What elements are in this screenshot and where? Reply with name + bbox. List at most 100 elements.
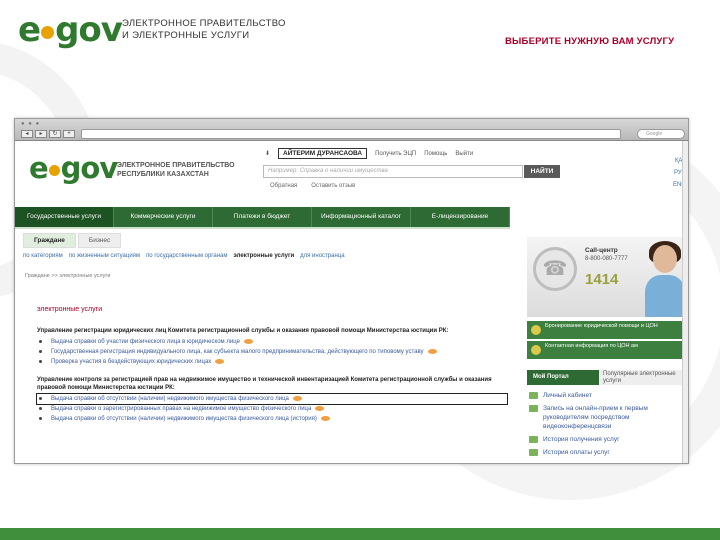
site-header-line1: ЭЛЕКТРОННОЕ ПРАВИТЕЛЬСТВО (117, 162, 235, 169)
slide-header-line1: ЭЛЕКТРОННОЕ ПРАВИТЕЛЬСТВО (122, 18, 286, 29)
site-logo[interactable]: e gov (29, 151, 119, 185)
popular-services-tab[interactable]: Популярные электронные услуги (599, 370, 688, 385)
my-portal-header: Мой Портал Популярные электронные услуги (527, 370, 688, 385)
audience-tabs: Граждане Бизнес (23, 233, 122, 248)
cabinet-icon (529, 392, 538, 399)
portal-link-label: История получения услуг (543, 436, 620, 443)
site-logo-word-gov: gov (60, 151, 119, 185)
nav-divider (15, 227, 510, 229)
eye-icon (427, 348, 437, 354)
egov-site: e gov ЭЛЕКТРОННОЕ ПРАВИТЕЛЬСТВО РЕСПУБЛИК… (15, 141, 688, 463)
bullet-icon (39, 360, 42, 363)
my-portal-tab[interactable]: Мой Портал (527, 370, 599, 385)
booking-banner[interactable]: Бронирование юридической помощи и ЦОН (527, 321, 688, 339)
feedback-links: Обратная Оставить отзыв (270, 183, 355, 189)
reload-button[interactable]: ↻ (49, 130, 61, 138)
bullet-icon (39, 397, 42, 400)
service-item-highlighted[interactable]: Выдача справки об отсутствии (наличии) н… (36, 393, 508, 405)
services-list: Управление регистрации юридических лиц К… (36, 327, 508, 424)
filter-e-services[interactable]: электронные услуги (233, 253, 294, 259)
service-item-label: Выдача справки об отсутствии (наличии) н… (51, 396, 289, 402)
site-header-text: ЭЛЕКТРОННОЕ ПРАВИТЕЛЬСТВО РЕСПУБЛИКИ КАЗ… (117, 161, 235, 179)
service-item-label: Проверка участия в бездействующих юридич… (51, 359, 212, 365)
forward-button[interactable]: ▸ (35, 130, 47, 138)
nav-e-licensing[interactable]: E-лицензирование (411, 207, 510, 227)
portal-links: Личный кабинет Запись на онлайн-прием к … (529, 391, 688, 461)
site-search-button[interactable]: НАЙТИ (524, 165, 560, 178)
service-item[interactable]: Проверка участия в бездействующих юридич… (37, 357, 507, 367)
feedback-link[interactable]: Обратная (270, 183, 297, 189)
logout-link[interactable]: Выйти (455, 151, 473, 157)
leave-review-link[interactable]: Оставить отзыв (311, 183, 355, 189)
add-tab-button[interactable]: + (63, 130, 75, 138)
callcenter-phone: 8-800-080-7777 (585, 256, 628, 262)
nav-info-catalog[interactable]: Информационный каталог (312, 207, 411, 227)
service-item[interactable]: Выдача справки об участии физического ли… (37, 337, 507, 347)
group-heading: Управление контроля за регистрацией прав… (37, 377, 492, 391)
filter-by-agency[interactable]: по государственным органам (146, 253, 227, 259)
filter-by-category[interactable]: по категориям (23, 253, 63, 259)
service-item[interactable]: Выдача справки об отсутствии (наличии) н… (37, 414, 507, 424)
service-item[interactable]: Государственная регистрация индивидуальн… (37, 347, 507, 357)
user-icon: ⬇ (265, 151, 271, 157)
nav-commercial-services[interactable]: Коммерческие услуги (114, 207, 213, 227)
tab-business[interactable]: Бизнес (77, 233, 122, 248)
contact-banner-label: Контактная информация по ЦОН ам (545, 343, 638, 349)
help-link[interactable]: Помощь (424, 151, 447, 157)
window-controls[interactable]: ● ● ● (21, 121, 40, 127)
site-header-line2: РЕСПУБЛИКИ КАЗАХСТАН (117, 171, 209, 178)
browser-toolbar: ● ● ● ◂ ▸ ↻ + Google (15, 119, 688, 141)
nav-government-services[interactable]: Государственные услуги (15, 207, 114, 227)
callcenter-banner[interactable]: ☎ Call-центр 8-800-080-7777 1414 (527, 237, 688, 317)
section-title: электронные услуги (37, 306, 103, 313)
back-button[interactable]: ◂ (21, 130, 33, 138)
filter-row: по категориям по жизненным ситуациям по … (23, 253, 345, 259)
site-logo-letter-e: e (29, 151, 49, 185)
portal-link-service-history[interactable]: История получения услуг (529, 435, 688, 444)
operator-photo (643, 241, 687, 317)
eye-icon (292, 395, 302, 401)
nav-budget-payments[interactable]: Платежи в бюджет (213, 207, 312, 227)
contact-info-banner[interactable]: Контактная информация по ЦОН ам (527, 341, 688, 359)
portal-link-cabinet[interactable]: Личный кабинет (529, 391, 688, 400)
page-scrollbar[interactable] (682, 141, 688, 463)
appointment-icon (529, 405, 538, 412)
logo-letter-e: e (18, 10, 41, 50)
tab-citizens[interactable]: Граждане (23, 233, 76, 248)
bullet-icon (39, 350, 42, 353)
slide-header-text: ЭЛЕКТРОННОЕ ПРАВИТЕЛЬСТВО И ЭЛЕКТРОННЫЕ … (122, 18, 286, 42)
egov-logo: e gov (18, 10, 123, 50)
filter-for-foreigners[interactable]: для иностранца (300, 253, 344, 259)
callcenter-label: Call-центр (585, 247, 618, 254)
payment-icon (529, 449, 538, 456)
filter-by-life-situation[interactable]: по жизненным ситуациям (69, 253, 140, 259)
contact-icon (531, 345, 541, 355)
site-search-input[interactable]: Например: Справка о наличии имущества (263, 165, 523, 178)
portal-link-payment-history[interactable]: История оплаты услуг (529, 448, 688, 457)
eye-icon (243, 338, 253, 344)
eye-icon (315, 405, 325, 411)
callcenter-short-number: 1414 (585, 271, 619, 288)
logo-plus-icon (41, 26, 55, 39)
url-bar[interactable] (81, 129, 621, 139)
get-eds-link[interactable]: Получить ЭЦП (375, 151, 416, 157)
service-item[interactable]: Выдача справки о зарегистрированных прав… (37, 404, 507, 414)
booking-icon (531, 325, 541, 335)
bullet-icon (39, 407, 42, 410)
service-item-label: Государственная регистрация индивидуальн… (51, 349, 424, 355)
bullet-icon (39, 417, 42, 420)
browser-search-input[interactable]: Google (637, 129, 685, 139)
group-heading: Управление регистрации юридических лиц К… (37, 328, 449, 334)
service-item-label: Выдача справки об отсутствии (наличии) н… (51, 416, 317, 422)
service-item-label: Выдача справки о зарегистрированных прав… (51, 406, 312, 412)
booking-banner-label: Бронирование юридической помощи и ЦОН (545, 323, 658, 329)
user-name-box[interactable]: АЙТЕРИМ ДУРАНСАОВА (278, 148, 368, 159)
portal-link-label: История оплаты услуг (543, 449, 610, 456)
eye-icon (215, 358, 225, 364)
eye-icon (320, 415, 330, 421)
breadcrumb: Граждане >> электронные услуги (25, 273, 111, 279)
slide-footer-bar (0, 528, 720, 540)
portal-link-online-appointment[interactable]: Запись на онлайн-прием к первым руководи… (529, 404, 688, 431)
slide-title: ВЫБЕРИТЕ НУЖНУЮ ВАМ УСЛУГУ (505, 36, 675, 47)
browser-window: ● ● ● ◂ ▸ ↻ + Google e gov ЭЛЕКТРОННОЕ ПР… (14, 118, 689, 464)
